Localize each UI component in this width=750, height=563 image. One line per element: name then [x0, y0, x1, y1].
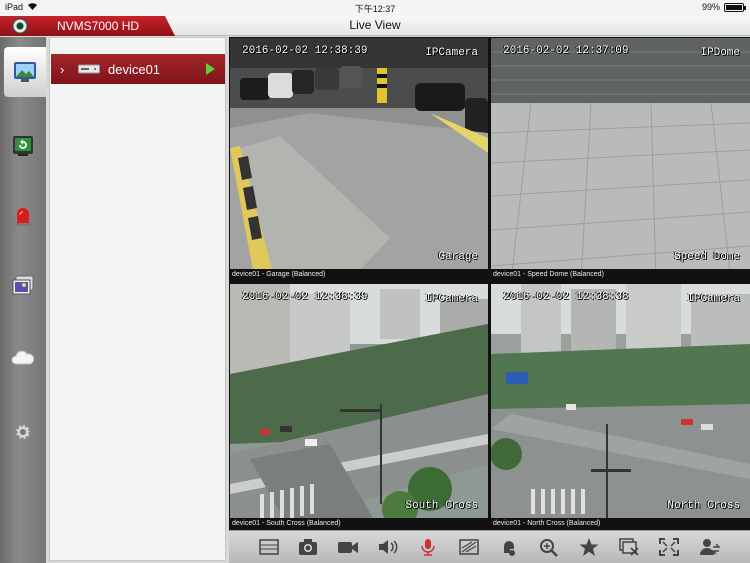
osd-camera-name: North Cross: [667, 500, 740, 512]
close-all-icon: [619, 538, 639, 556]
tile-caption: device01 - North Cross (Balanced): [491, 518, 750, 530]
osd-camera-type: IPDome: [700, 47, 740, 59]
dvr-device-icon: [78, 64, 100, 74]
osd-timestamp: 2016-02-02 12:38:39: [242, 45, 368, 57]
ptz-control-button[interactable]: [497, 536, 521, 558]
video-grid: 2016-02-02 12:38:39 IPCamera Garage devi…: [229, 37, 750, 530]
video-tile-south-cross[interactable]: 2016-02-02 12:38:39 IPCamera South Cross…: [230, 284, 488, 530]
sidebar-item-alarm[interactable]: [3, 191, 43, 241]
device-name: device01: [108, 61, 161, 77]
alarm-light-icon: [15, 208, 31, 226]
digital-zoom-icon: [540, 539, 558, 557]
favorite-button[interactable]: [577, 536, 601, 558]
tile-caption: device01 - Garage (Balanced): [230, 269, 488, 281]
image-quality-icon: [459, 539, 479, 555]
audio-button[interactable]: [376, 536, 400, 558]
close-all-button[interactable]: [617, 536, 641, 558]
app-window: iPad 下午12:37 99% NVMS7000 HD Live View ›…: [0, 0, 750, 563]
window-layout-icon: [259, 539, 279, 555]
ptz-control-icon: [504, 541, 515, 556]
favorite-star-icon: [579, 538, 599, 556]
title-bar: NVMS7000 HD Live View: [0, 16, 750, 36]
record-button[interactable]: [336, 536, 360, 558]
osd-camera-type: IPCamera: [687, 293, 740, 305]
video-tile-garage[interactable]: 2016-02-02 12:38:39 IPCamera Garage devi…: [230, 38, 488, 281]
sidebar-item-cloud[interactable]: [3, 333, 43, 383]
sidebar-item-live-view[interactable]: [4, 47, 46, 97]
tile-caption: device01 - Speed Dome (Balanced): [491, 269, 750, 281]
video-tile-north-cross[interactable]: 2016-02-02 12:38:38 IPCamera North Cross…: [491, 284, 750, 530]
window-layout-button[interactable]: [257, 536, 281, 558]
sidebar-item-pictures[interactable]: [3, 261, 43, 311]
status-bar: iPad 下午12:37 99%: [0, 0, 750, 16]
live-view-toolbar: [229, 530, 750, 563]
osd-timestamp: 2016-02-02 12:37:09: [503, 45, 629, 57]
snapshot-button[interactable]: [296, 536, 320, 558]
sidebar: [0, 37, 46, 563]
two-way-talk-button[interactable]: [416, 536, 440, 558]
status-time: 下午12:37: [354, 4, 396, 14]
snapshot-camera-icon: [299, 539, 317, 555]
fullscreen-button[interactable]: [657, 536, 681, 558]
playback-icon: [13, 136, 33, 156]
play-all-icon[interactable]: [206, 63, 215, 75]
video-tile-speed-dome[interactable]: 2016-02-02 12:37:09 IPDome Speed Dome de…: [491, 38, 750, 281]
device-row[interactable]: › device01: [51, 54, 225, 84]
osd-camera-name: Garage: [438, 251, 478, 263]
record-video-icon: [338, 542, 358, 553]
cloud-icon: [11, 350, 35, 365]
status-right: 99%: [701, 2, 746, 12]
tile-caption: device01 - South Cross (Balanced): [230, 518, 488, 530]
north-cross-video-feed: [491, 284, 750, 530]
osd-camera-name: Speed Dome: [673, 251, 740, 263]
image-quality-button[interactable]: [457, 536, 481, 558]
digital-zoom-button[interactable]: [537, 536, 561, 558]
south-cross-video-feed: [230, 284, 488, 530]
pictures-icon: [12, 275, 34, 295]
sidebar-item-settings[interactable]: [3, 407, 43, 457]
battery-percent: 99%: [701, 2, 720, 12]
osd-camera-name: South Cross: [405, 500, 478, 512]
device-list-panel: › device01: [49, 37, 226, 561]
osd-timestamp: 2016-02-02 12:38:38: [503, 291, 629, 303]
microphone-talk-icon: [421, 539, 435, 556]
fullscreen-icon: [659, 538, 679, 556]
device-switch-icon: [700, 539, 720, 555]
live-view-icon: [14, 62, 36, 82]
battery-icon: [724, 2, 746, 12]
audio-speaker-icon: [379, 540, 398, 554]
speed-dome-video-feed: [491, 38, 750, 281]
osd-timestamp: 2016-02-02 12:38:39: [242, 291, 368, 303]
settings-gear-icon: [14, 423, 32, 441]
page-title: Live View: [349, 18, 401, 32]
sidebar-item-playback[interactable]: [3, 121, 43, 171]
osd-camera-type: IPCamera: [425, 47, 478, 59]
osd-camera-type: IPCamera: [425, 293, 478, 305]
chevron-right-icon[interactable]: ›: [60, 62, 74, 77]
device-switch-button[interactable]: [697, 536, 721, 558]
garage-video-feed: [230, 38, 488, 281]
